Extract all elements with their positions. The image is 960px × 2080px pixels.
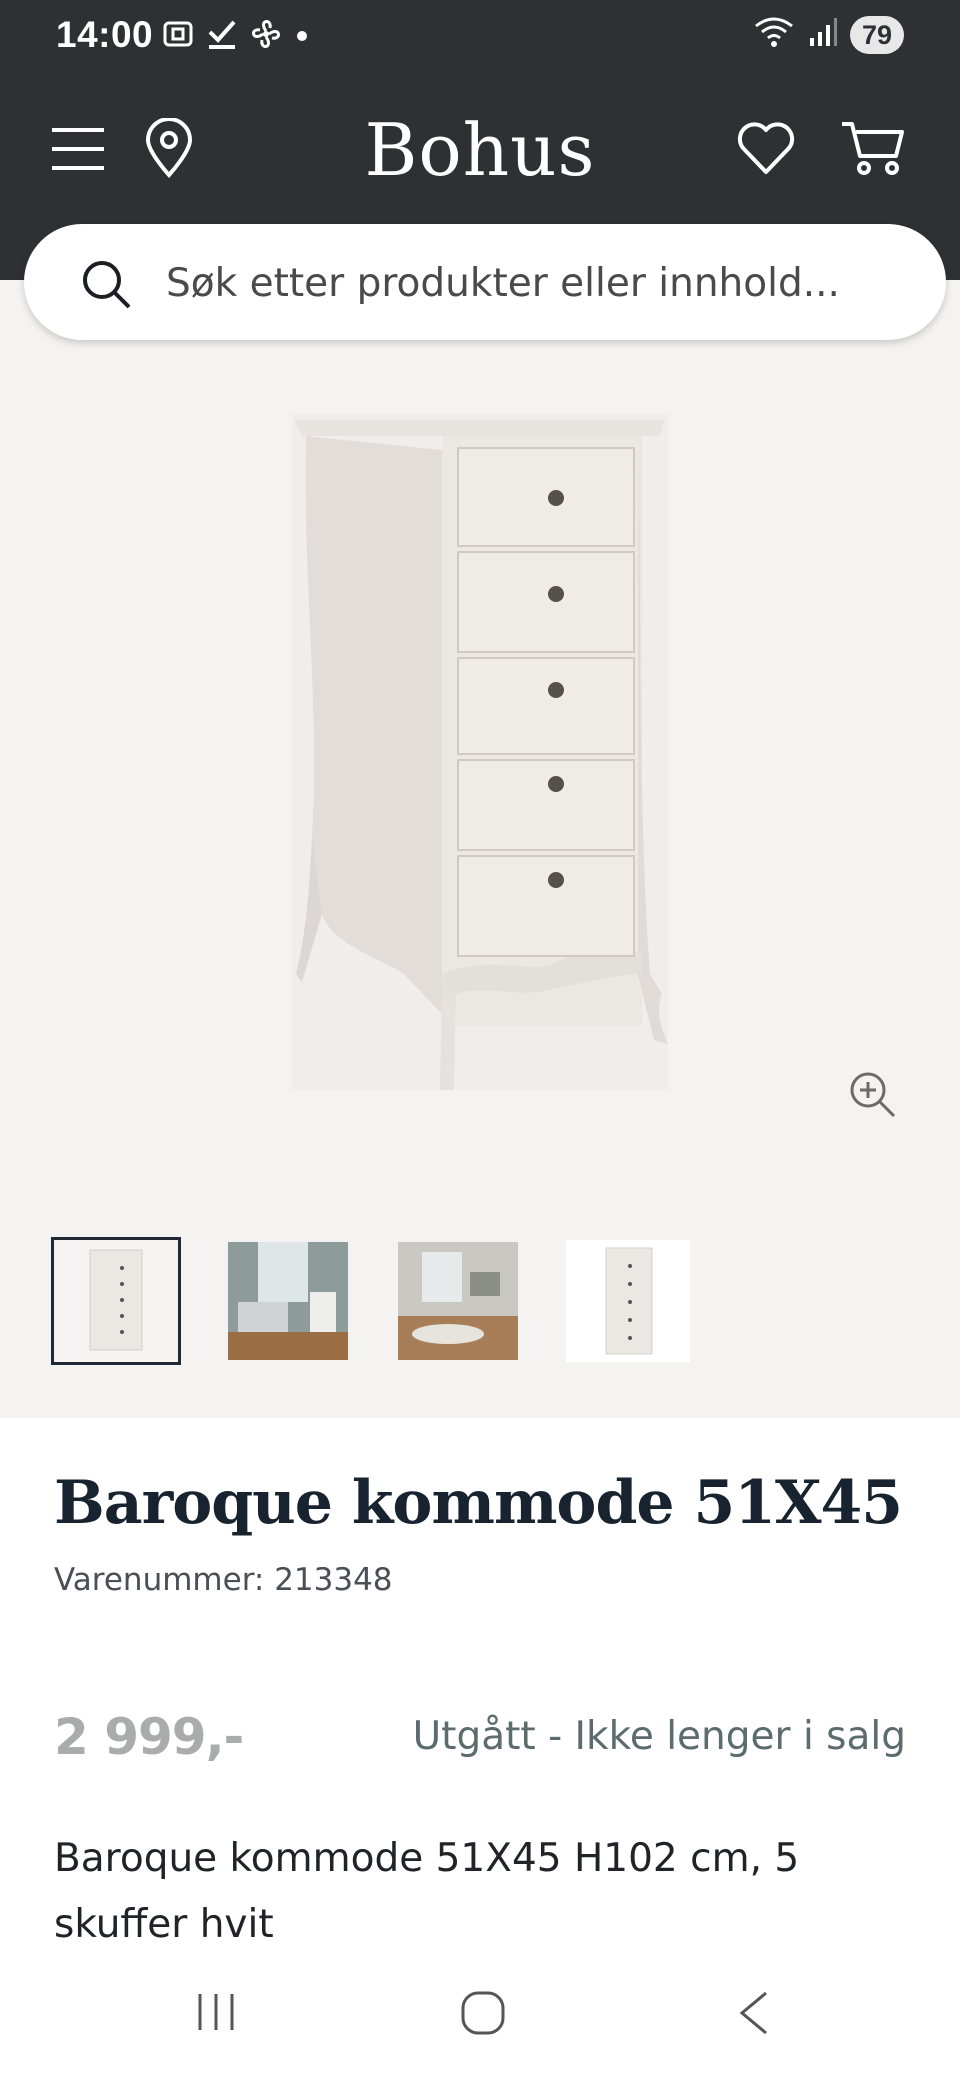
thumbnail-3[interactable]	[398, 1242, 518, 1360]
brand-logo[interactable]: Bohus	[0, 100, 960, 200]
zoom-in-icon[interactable]	[848, 1070, 898, 1125]
signal-icon	[808, 14, 838, 55]
product-price: 2 999,-	[54, 1708, 244, 1766]
product-sku: Varenummer: 213348	[54, 1562, 393, 1598]
battery-level: 79	[849, 15, 904, 54]
thumbnail-1[interactable]	[51, 1237, 181, 1365]
thumbnail-2[interactable]	[228, 1242, 348, 1360]
screenshot-icon	[160, 16, 196, 57]
status-time: 14:00	[56, 14, 154, 55]
search-input[interactable]	[164, 252, 928, 314]
recent-apps-icon[interactable]	[194, 1990, 238, 2039]
product-description: Baroque kommode 51X45 H102 cm, 5 skuffer…	[54, 1836, 800, 1947]
status-notification-icons	[160, 16, 310, 57]
status-system-icons: 79	[752, 14, 904, 55]
product-title: Baroque kommode 51X45	[54, 1468, 903, 1538]
search-bar[interactable]	[24, 224, 946, 340]
thumbnail-4[interactable]	[566, 1240, 690, 1362]
home-icon[interactable]	[460, 1990, 506, 2041]
download-check-icon	[206, 16, 238, 57]
dot-icon	[294, 16, 310, 57]
fan-icon	[248, 16, 284, 57]
product-gallery	[0, 280, 960, 1418]
product-main-image[interactable]	[292, 414, 668, 1090]
wifi-icon	[752, 14, 796, 55]
search-icon	[80, 258, 132, 315]
back-icon[interactable]	[736, 1990, 772, 2041]
availability-status: Utgått - Ikke lenger i salg	[412, 1714, 906, 1759]
status-bar: 14:00 79	[0, 0, 960, 72]
system-navigation-bar	[0, 1960, 960, 2080]
